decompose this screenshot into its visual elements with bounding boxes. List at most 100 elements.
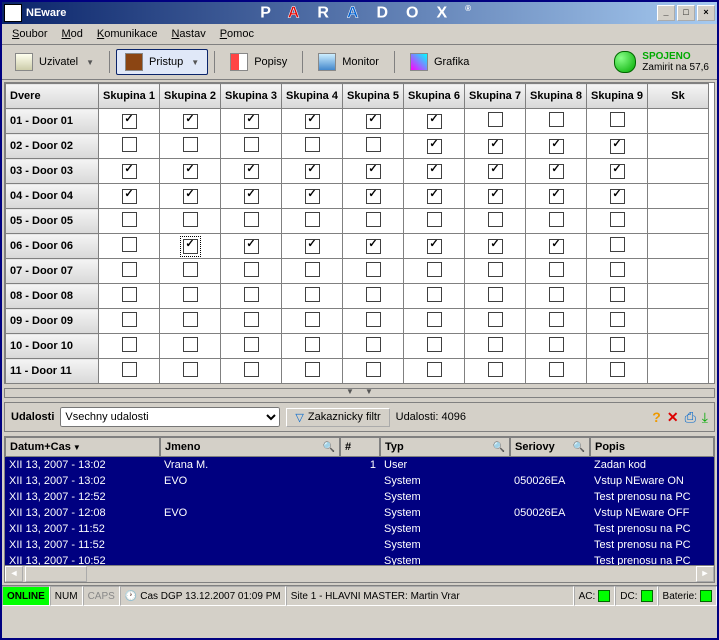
access-cell[interactable] — [587, 109, 648, 134]
scroll-right-button[interactable]: ► — [696, 566, 714, 582]
checkbox[interactable] — [244, 362, 259, 377]
customer-filter-button[interactable]: ▽ Zakaznicky filtr — [286, 408, 389, 427]
access-grid[interactable]: DvereSkupina 1Skupina 2Skupina 3Skupina … — [4, 82, 715, 384]
access-cell[interactable] — [465, 209, 526, 234]
checkbox[interactable] — [549, 212, 564, 227]
access-cell[interactable] — [526, 359, 587, 384]
checkbox[interactable] — [183, 189, 198, 204]
checkbox[interactable] — [610, 362, 625, 377]
access-cell[interactable] — [221, 259, 282, 284]
access-cell[interactable] — [587, 234, 648, 259]
checkbox[interactable] — [488, 164, 503, 179]
checkbox[interactable] — [244, 212, 259, 227]
access-cell[interactable] — [99, 284, 160, 309]
scroll-left-button[interactable]: ◄ — [5, 566, 23, 582]
checkbox[interactable] — [366, 164, 381, 179]
checkbox[interactable] — [549, 287, 564, 302]
access-cell[interactable] — [160, 234, 221, 259]
access-cell[interactable] — [404, 359, 465, 384]
checkbox[interactable] — [122, 262, 137, 277]
toolbar-popisy[interactable]: Popisy — [221, 49, 296, 75]
checkbox[interactable] — [427, 139, 442, 154]
checkbox[interactable] — [305, 362, 320, 377]
access-cell[interactable] — [587, 259, 648, 284]
access-cell[interactable] — [221, 134, 282, 159]
access-cell[interactable] — [587, 359, 648, 384]
access-cell[interactable] — [160, 184, 221, 209]
access-cell[interactable] — [404, 209, 465, 234]
access-cell[interactable] — [648, 159, 709, 184]
column-num[interactable]: # — [340, 437, 380, 457]
checkbox[interactable] — [488, 337, 503, 352]
column-skupina-5[interactable]: Skupina 5 — [343, 84, 404, 109]
checkbox[interactable] — [244, 164, 259, 179]
checkbox[interactable] — [122, 114, 137, 129]
events-hscrollbar[interactable]: ◄ ► — [5, 565, 714, 582]
event-row[interactable]: XII 13, 2007 - 11:52SystemTest prenosu n… — [5, 521, 714, 537]
access-cell[interactable] — [404, 284, 465, 309]
access-cell[interactable] — [465, 184, 526, 209]
access-cell[interactable] — [648, 334, 709, 359]
access-cell[interactable] — [343, 209, 404, 234]
checkbox[interactable] — [366, 239, 381, 254]
checkbox[interactable] — [610, 262, 625, 277]
access-cell[interactable] — [282, 134, 343, 159]
checkbox[interactable] — [122, 164, 137, 179]
column-skupina-7[interactable]: Skupina 7 — [465, 84, 526, 109]
access-cell[interactable] — [221, 284, 282, 309]
checkbox[interactable] — [305, 239, 320, 254]
access-cell[interactable] — [587, 184, 648, 209]
checkbox[interactable] — [427, 337, 442, 352]
access-cell[interactable] — [99, 359, 160, 384]
event-row[interactable]: XII 13, 2007 - 11:52SystemTest prenosu n… — [5, 537, 714, 553]
access-cell[interactable] — [587, 209, 648, 234]
access-cell[interactable] — [99, 159, 160, 184]
access-cell[interactable] — [404, 309, 465, 334]
checkbox[interactable] — [183, 164, 198, 179]
event-row[interactable]: XII 13, 2007 - 10:52SystemTest prenosu n… — [5, 553, 714, 565]
access-cell[interactable] — [343, 309, 404, 334]
checkbox[interactable] — [549, 139, 564, 154]
column-skupina-9[interactable]: Skupina 9 — [587, 84, 648, 109]
checkbox[interactable] — [488, 362, 503, 377]
access-cell[interactable] — [587, 134, 648, 159]
access-cell[interactable] — [526, 109, 587, 134]
checkbox[interactable] — [122, 312, 137, 327]
checkbox[interactable] — [610, 312, 625, 327]
checkbox[interactable] — [366, 262, 381, 277]
column-typ[interactable]: Typ🔍 — [380, 437, 510, 457]
column-skupina-10[interactable]: Sk — [648, 84, 709, 109]
search-icon[interactable]: 🔍 — [573, 442, 585, 453]
checkbox[interactable] — [488, 112, 503, 127]
access-cell[interactable] — [282, 359, 343, 384]
event-row[interactable]: XII 13, 2007 - 13:02EVOSystem050026EAVst… — [5, 473, 714, 489]
checkbox[interactable] — [610, 112, 625, 127]
access-cell[interactable] — [465, 234, 526, 259]
menu-nastav[interactable]: Nastav — [165, 26, 211, 42]
access-cell[interactable] — [648, 284, 709, 309]
access-cell[interactable] — [99, 209, 160, 234]
access-cell[interactable] — [587, 309, 648, 334]
access-cell[interactable] — [465, 134, 526, 159]
export-icon[interactable]: ⤓ — [702, 409, 708, 426]
access-cell[interactable] — [343, 334, 404, 359]
splitter-handle[interactable]: ▼ ▼ — [4, 388, 715, 398]
access-cell[interactable] — [648, 209, 709, 234]
maximize-button[interactable]: □ — [677, 5, 695, 21]
access-cell[interactable] — [404, 334, 465, 359]
checkbox[interactable] — [244, 337, 259, 352]
access-cell[interactable] — [160, 134, 221, 159]
access-cell[interactable] — [282, 109, 343, 134]
checkbox[interactable] — [549, 312, 564, 327]
access-cell[interactable] — [648, 309, 709, 334]
access-cell[interactable] — [282, 284, 343, 309]
checkbox[interactable] — [610, 139, 625, 154]
column-dvere[interactable]: Dvere — [6, 84, 99, 109]
checkbox[interactable] — [549, 189, 564, 204]
access-cell[interactable] — [648, 184, 709, 209]
access-cell[interactable] — [343, 284, 404, 309]
access-cell[interactable] — [221, 159, 282, 184]
access-cell[interactable] — [99, 109, 160, 134]
help-icon[interactable]: ? — [652, 409, 661, 425]
checkbox[interactable] — [427, 189, 442, 204]
